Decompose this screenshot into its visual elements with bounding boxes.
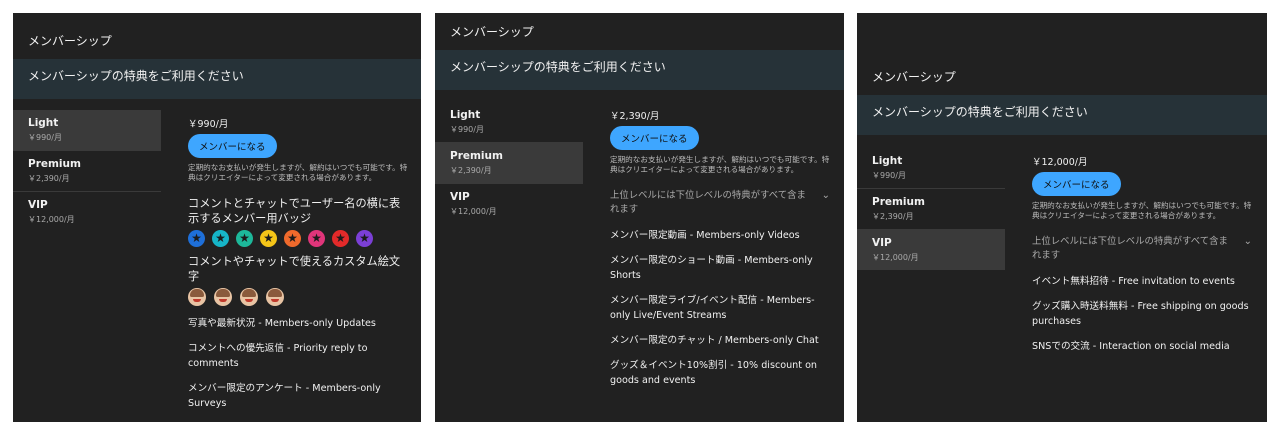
tier-price: ￥990/月: [872, 171, 906, 180]
member-badge-star-icon: [236, 230, 253, 247]
upper-levels-text: 上位レベルには下位レベルの特典がすべて含まれます: [610, 190, 806, 215]
tier-sidebar: Light ￥990/月 Premium ￥2,390/月 VIP ￥12,00…: [435, 102, 583, 224]
tier-details: ￥2,390/月 メンバーになる 定期的なお支払いが発生しますが、解約はいつでも…: [610, 108, 830, 388]
tier-name: VIP: [872, 237, 892, 249]
selected-price: ￥990/月: [188, 119, 229, 130]
tier-details: ￥990/月 メンバーになる 定期的なお支払いが発生しますが、解約はいつでも可能…: [188, 116, 408, 411]
tier-name: Light: [28, 117, 59, 129]
member-badge-star-icon: [188, 230, 205, 247]
upper-levels-note[interactable]: 上位レベルには下位レベルの特典がすべて含まれます ⌄: [610, 189, 830, 217]
benefit-item: イベント無料招待 - Free invitation to events: [1032, 276, 1235, 287]
tier-price: ￥2,390/月: [28, 174, 70, 183]
tier-price: ￥12,000/月: [872, 253, 919, 262]
selected-price: ￥12,000/月: [1032, 157, 1088, 168]
member-badge-star-icon: [284, 230, 301, 247]
tier-name: VIP: [450, 191, 470, 203]
benefits-banner: メンバーシップの特典をご利用ください: [857, 95, 1267, 135]
tier-item-light[interactable]: Light ￥990/月: [13, 110, 161, 151]
member-badges: [188, 230, 408, 247]
banner-text: メンバーシップの特典をご利用ください: [28, 69, 244, 83]
tier-price: ￥2,390/月: [872, 212, 914, 221]
page-title: メンバーシップ: [450, 25, 534, 39]
tier-item-vip[interactable]: VIP ￥12,000/月: [857, 230, 1005, 270]
benefit-item: メンバー限定のショート動画 - Members-only Shorts: [610, 255, 813, 281]
join-button[interactable]: メンバーになる: [610, 126, 699, 150]
member-badge-star-icon: [332, 230, 349, 247]
custom-emoji-icon: [188, 288, 206, 306]
benefit-item: メンバー限定のチャット / Members-only Chat: [610, 335, 819, 346]
upper-levels-note[interactable]: 上位レベルには下位レベルの特典がすべて含まれます ⌄: [1032, 235, 1252, 263]
membership-panel-vip: メンバーシップ メンバーシップの特典をご利用ください Light ￥990/月 …: [857, 13, 1267, 422]
benefits-banner: メンバーシップの特典をご利用ください: [435, 50, 844, 90]
member-badge-star-icon: [212, 230, 229, 247]
banner-text: メンバーシップの特典をご利用ください: [450, 60, 666, 74]
custom-emoji-icon: [214, 288, 232, 306]
benefit-item: コメントへの優先返信 - Priority reply to comments: [188, 343, 368, 369]
benefit-item: メンバー限定動画 - Members-only Videos: [610, 230, 800, 241]
benefit-badges-title: コメントとチャットでユーザー名の横に表示するメンバー用バッジ: [188, 197, 401, 225]
billing-note: 定期的なお支払いが発生しますが、解約はいつでも可能です。特典はクリエイターによっ…: [1032, 201, 1252, 220]
page-title: メンバーシップ: [28, 34, 112, 48]
tier-details: ￥12,000/月 メンバーになる 定期的なお支払いが発生しますが、解約はいつで…: [1032, 154, 1252, 354]
membership-panel-premium: メンバーシップ メンバーシップの特典をご利用ください Light ￥990/月 …: [435, 13, 844, 422]
tier-item-vip[interactable]: VIP ￥12,000/月: [435, 184, 583, 224]
benefit-item: メンバー限定のアンケート - Members-only Surveys: [188, 383, 381, 409]
benefit-item: SNSでの交流 - Interaction on social media: [1032, 341, 1230, 352]
tier-price: ￥12,000/月: [450, 207, 497, 216]
join-button[interactable]: メンバーになる: [188, 134, 277, 158]
tier-price: ￥990/月: [28, 133, 62, 142]
tier-item-light[interactable]: Light ￥990/月: [435, 102, 583, 143]
tier-item-premium[interactable]: Premium ￥2,390/月: [435, 143, 583, 184]
custom-emoji-icon: [240, 288, 258, 306]
benefit-item: 写真や最新状況 - Members-only Updates: [188, 318, 376, 329]
tier-price: ￥2,390/月: [450, 166, 492, 175]
billing-note: 定期的なお支払いが発生しますが、解約はいつでも可能です。特典はクリエイターによっ…: [610, 155, 830, 174]
custom-emojis: [188, 288, 408, 306]
benefit-item: グッズ購入時送料無料 - Free shipping on goods purc…: [1032, 301, 1249, 327]
membership-panel-light: メンバーシップ メンバーシップの特典をご利用ください Light ￥990/月 …: [13, 13, 421, 422]
tier-sidebar: Light ￥990/月 Premium ￥2,390/月 VIP ￥12,00…: [13, 110, 161, 232]
tier-name: Light: [450, 109, 481, 121]
banner-text: メンバーシップの特典をご利用ください: [872, 105, 1088, 119]
tier-item-premium[interactable]: Premium ￥2,390/月: [13, 151, 161, 192]
benefit-emoji-title: コメントやチャットで使えるカスタム絵文字: [188, 255, 401, 283]
billing-note: 定期的なお支払いが発生しますが、解約はいつでも可能です。特典はクリエイターによっ…: [188, 163, 408, 182]
tier-name: Premium: [28, 158, 81, 170]
tier-name: Light: [872, 155, 903, 167]
selected-price: ￥2,390/月: [610, 111, 660, 122]
benefits-banner: メンバーシップの特典をご利用ください: [13, 59, 421, 99]
benefit-item: メンバー限定ライブ/イベント配信 - Members-only Live/Eve…: [610, 295, 815, 321]
upper-levels-text: 上位レベルには下位レベルの特典がすべて含まれます: [1032, 236, 1228, 261]
tier-item-light[interactable]: Light ￥990/月: [857, 148, 1005, 189]
custom-emoji-icon: [266, 288, 284, 306]
tier-price: ￥990/月: [450, 125, 484, 134]
tier-name: Premium: [450, 150, 503, 162]
tier-item-vip[interactable]: VIP ￥12,000/月: [13, 192, 161, 232]
tier-name: VIP: [28, 199, 48, 211]
tier-sidebar: Light ￥990/月 Premium ￥2,390/月 VIP ￥12,00…: [857, 148, 1005, 270]
member-badge-star-icon: [308, 230, 325, 247]
chevron-down-icon: ⌄: [1243, 236, 1252, 247]
tier-name: Premium: [872, 196, 925, 208]
page-title: メンバーシップ: [872, 70, 956, 84]
tier-price: ￥12,000/月: [28, 215, 75, 224]
join-button[interactable]: メンバーになる: [1032, 172, 1121, 196]
member-badge-star-icon: [356, 230, 373, 247]
tier-item-premium[interactable]: Premium ￥2,390/月: [857, 189, 1005, 230]
benefit-item: グッズ＆イベント10%割引 - 10% discount on goods an…: [610, 360, 818, 386]
chevron-down-icon: ⌄: [821, 190, 830, 201]
member-badge-star-icon: [260, 230, 277, 247]
